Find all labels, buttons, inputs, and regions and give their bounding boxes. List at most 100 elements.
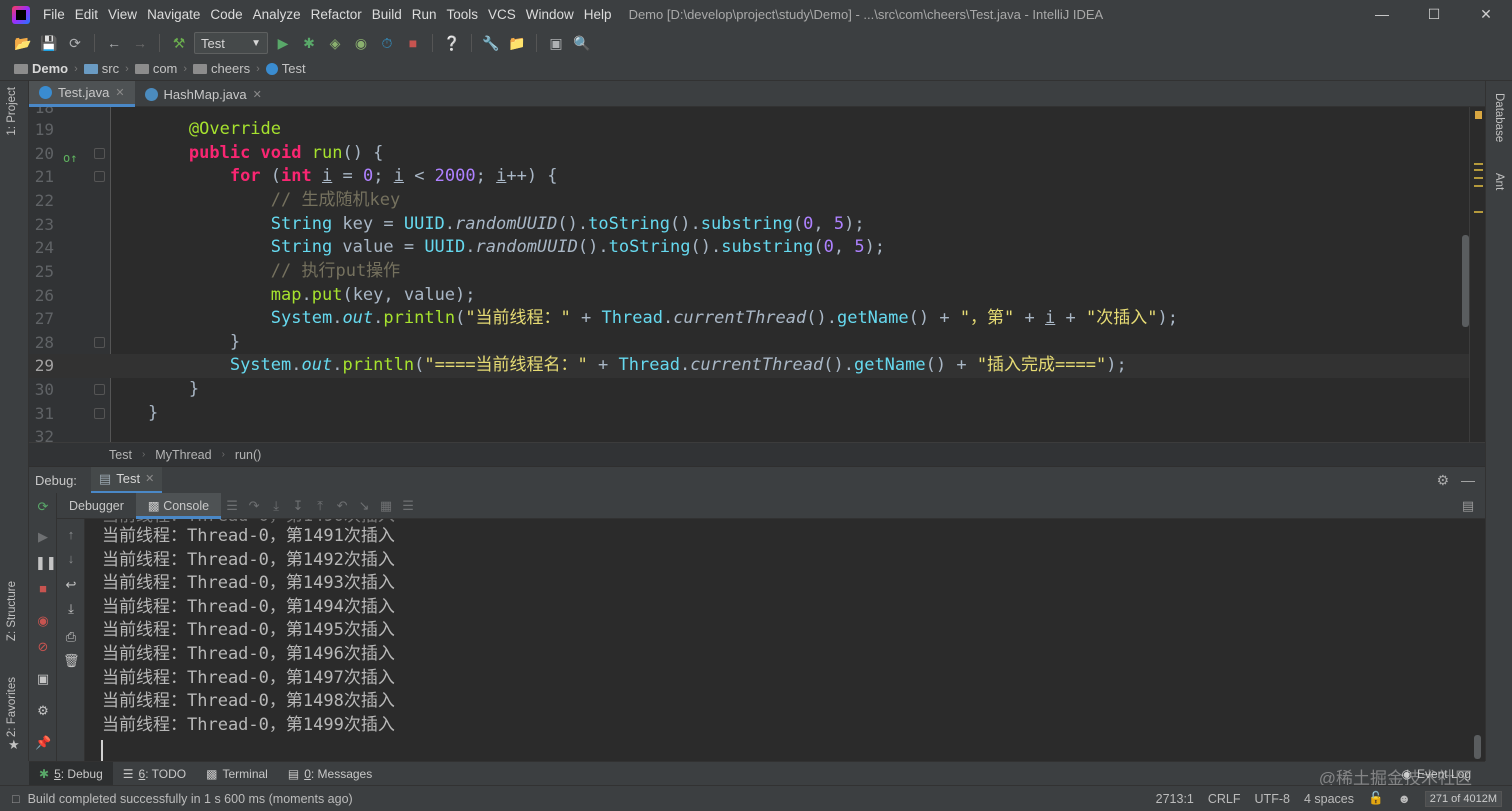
fold-marker-icon[interactable] [94,337,105,348]
menu-lines-icon[interactable]: ☰ [221,498,243,514]
print-icon[interactable]: ⎙ [63,629,79,645]
menu-edit[interactable]: Edit [70,7,103,22]
menu-tools[interactable]: Tools [442,7,484,22]
menu-run[interactable]: Run [407,7,442,22]
project-structure-icon[interactable]: 📁 [506,32,528,54]
editor-crumb-inner-class[interactable]: MyThread [155,448,211,462]
close-tab-icon[interactable]: ✕ [253,88,262,101]
arrow-up-icon[interactable]: ↑ [63,527,79,542]
menu-navigate[interactable]: Navigate [142,7,205,22]
inspector-icon[interactable]: ☻ [1398,792,1411,806]
stripe-mark[interactable] [1474,185,1483,187]
tool-tab-todo[interactable]: ☰ 6: TODO [113,762,196,786]
mute-breakpoints-icon[interactable]: ⊘ [35,639,51,655]
memory-indicator[interactable]: 271 of 4012M [1424,790,1502,807]
lock-icon[interactable]: 🔓 [1368,791,1384,806]
breadcrumb-src[interactable]: src [83,61,119,76]
view-breakpoints-icon[interactable]: ◉ [35,613,51,629]
menu-build[interactable]: Build [367,7,407,22]
tool-tab-debug[interactable]: ✱ 5: Debug [29,761,113,786]
forward-icon[interactable]: → [129,32,151,54]
resume-icon[interactable]: ▶ [35,529,51,545]
close-tab-icon[interactable]: ✕ [145,472,154,485]
stripe-mark[interactable] [1474,163,1483,165]
settings-wrench-icon[interactable]: 🔧 [480,32,502,54]
open-folder-icon[interactable]: 📂 [12,32,34,54]
save-icon[interactable]: 💾 [38,32,60,54]
menu-refactor[interactable]: Refactor [306,7,367,22]
breadcrumb-cheers[interactable]: cheers [193,61,250,76]
tab-hashmap-java[interactable]: HashMap.java ✕ [135,81,272,107]
update-icon[interactable]: ⏱ [376,32,398,54]
maximize-icon[interactable]: ☐ [1408,0,1460,29]
warning-icon[interactable] [1475,111,1482,119]
help-icon[interactable]: ❔ [441,32,463,54]
stripe-mark[interactable] [1474,211,1483,213]
tab-debugger[interactable]: Debugger [57,493,136,519]
step-out-icon[interactable]: ⤒ [309,498,331,514]
error-stripe[interactable] [1469,107,1485,442]
force-step-into-icon[interactable]: ↧ [287,498,309,514]
back-icon[interactable]: ← [103,32,125,54]
drop-frame-icon[interactable]: ↶ [331,498,353,514]
coverage-icon[interactable]: ◈ [324,32,346,54]
gear-icon[interactable]: ⚙ [1436,472,1449,489]
hide-panel-icon[interactable]: — [1461,472,1475,489]
rerun-icon[interactable]: ⟳ [35,499,51,515]
camera-icon[interactable]: ▣ [35,671,51,687]
trace-icon[interactable]: ☰ [397,498,419,514]
menu-code[interactable]: Code [205,7,247,22]
console-scrollbar[interactable] [1474,735,1481,759]
close-tab-icon[interactable]: ✕ [115,86,124,99]
breadcrumb-test[interactable]: Test [265,61,306,76]
indent-setting[interactable]: 4 spaces [1304,792,1354,806]
tool-tab-favorites[interactable]: 2: Favorites [6,677,18,737]
fold-marker-icon[interactable] [94,171,105,182]
sync-icon[interactable]: ⟳ [64,32,86,54]
editor-scrollbar[interactable] [1462,235,1469,327]
stop-icon[interactable]: ■ [402,32,424,54]
debug-session-tab[interactable]: ▤ Test ✕ [90,466,163,494]
stripe-mark[interactable] [1474,177,1483,179]
editor-crumb-class[interactable]: Test [109,448,132,462]
run-config-select[interactable]: Test ▼ [194,32,268,54]
tool-tab-structure[interactable]: Z: Structure [6,581,18,641]
step-into-icon[interactable]: ⤓ [265,498,287,514]
tab-console[interactable]: ▩ Console [135,492,222,519]
breadcrumb-project[interactable]: Demo [14,61,68,76]
console-output[interactable]: 当前线程：Thread-0，第1490次插入 当前线程：Thread-0，第14… [85,519,1485,761]
menu-window[interactable]: Window [521,7,579,22]
run-to-cursor-icon[interactable]: ↘ [353,498,375,514]
tool-tab-database[interactable]: Database [1493,93,1505,142]
profile-icon[interactable]: ◉ [350,32,372,54]
trash-icon[interactable]: 🗑 [63,653,80,669]
evaluate-icon[interactable]: ▦ [375,498,397,514]
code-editor[interactable]: 18 19 @Override 20 o↑ public void run() {… [29,107,1485,442]
search-icon[interactable]: 🔍 [571,32,593,54]
fold-marker-icon[interactable] [94,148,105,159]
pin-icon[interactable]: 📌 [35,735,51,751]
status-window-icon[interactable]: □ [12,792,20,806]
fold-marker-icon[interactable] [94,408,105,419]
menu-view[interactable]: View [103,7,142,22]
caret-position[interactable]: 2713:1 [1156,792,1194,806]
layout-icon[interactable]: ▤ [1457,498,1479,514]
minimize-icon[interactable]: — [1356,0,1408,29]
run-icon[interactable]: ▶ [272,32,294,54]
menu-analyze[interactable]: Analyze [248,7,306,22]
status-message[interactable]: Build completed successfully in 1 s 600 … [28,792,353,806]
menu-vcs[interactable]: VCS [483,7,521,22]
menu-file[interactable]: File [38,7,70,22]
tool-tab-ant[interactable]: Ant [1493,173,1505,190]
breadcrumb-com[interactable]: com [134,61,177,76]
stripe-mark[interactable] [1474,169,1483,171]
scroll-to-end-icon[interactable]: ⤓ [63,601,79,617]
settings-icon[interactable]: ⚙ [35,703,51,719]
file-encoding[interactable]: UTF-8 [1255,792,1290,806]
fold-marker-icon[interactable] [94,384,105,395]
close-icon[interactable]: ✕ [1460,0,1512,29]
pause-icon[interactable]: ❚❚ [35,555,57,571]
build-hammer-icon[interactable]: ⚒ [168,32,190,54]
arrow-down-icon[interactable]: ↓ [63,551,79,566]
tool-tab-project[interactable]: 1: Project [6,87,18,136]
